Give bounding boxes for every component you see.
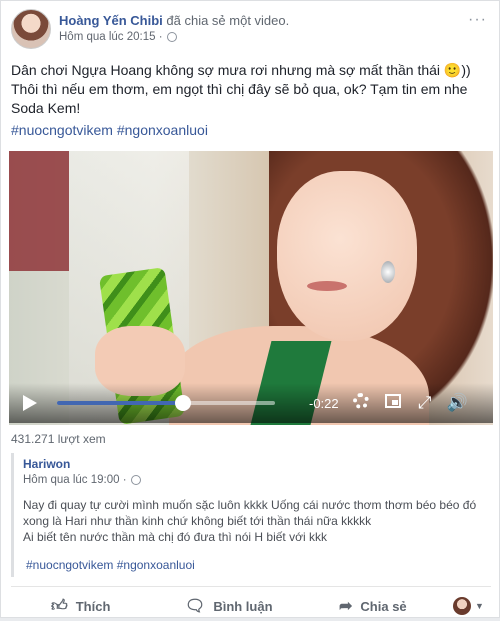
video-frame-face [277, 171, 417, 341]
video-controls: -0:22 ⤢ 🔊 [9, 383, 493, 423]
post-text: Dân chơi Ngựa Hoang không sợ mưa rơi như… [11, 62, 471, 116]
shared-post: Hariwon Hôm qua lúc 19:00 · Nay đi quay … [11, 453, 489, 577]
action-bar: 👍︎ Thích 🗨︎ Bình luận ➦ Chia sẻ ▼ [1, 591, 500, 621]
play-icon[interactable] [23, 395, 37, 411]
thumbs-up-icon: 👍︎ [51, 597, 68, 615]
shared-timestamp-row: Hôm qua lúc 19:00 · [23, 474, 489, 486]
shared-hashtags[interactable]: #nuocngotvikem #ngonxoanluoi [26, 558, 195, 572]
comment-icon: 🗨︎ [185, 598, 206, 615]
settings-icon[interactable] [351, 392, 371, 414]
more-options-icon[interactable]: ··· [468, 11, 487, 29]
like-button[interactable]: 👍︎ Thích [51, 597, 110, 616]
actions-divider [11, 586, 491, 587]
profile-selector[interactable]: ▼ [453, 597, 484, 615]
video-time-remaining: -0:22 [309, 395, 339, 411]
video-progress-track[interactable] [57, 395, 275, 411]
fullscreen-icon[interactable]: ⤢ [415, 393, 435, 413]
profile-avatar [453, 597, 471, 615]
shared-timestamp[interactable]: Hôm qua lúc 19:00 · [23, 474, 127, 486]
post-action-text: đã chia sẻ một video. [166, 13, 290, 28]
comment-label: Bình luận [213, 598, 273, 614]
shared-text-line: Ai biết tên nước thần mà chị đó đưa thì … [23, 530, 327, 544]
shared-text-line: Nay đi quay tự cười mình muốn sặc luôn k… [23, 498, 477, 528]
video-frame-earring [381, 261, 395, 283]
globe-icon [166, 32, 177, 42]
share-button[interactable]: ➦ Chia sẻ [339, 596, 407, 616]
header-meta: Hoàng Yến Chibi đã chia sẻ một video. Hô… [59, 9, 289, 51]
shared-author-name[interactable]: Hariwon [23, 457, 489, 471]
author-avatar[interactable] [11, 9, 51, 49]
video-progress-fill [57, 401, 184, 405]
video-frame-lips [307, 281, 347, 291]
post-timestamp[interactable]: Hôm qua lúc 20:15 · [59, 31, 163, 43]
chevron-down-icon: ▼ [475, 601, 484, 611]
video-scrubber-handle[interactable] [175, 395, 192, 411]
like-label: Thích [75, 598, 111, 614]
header-line: Hoàng Yến Chibi đã chia sẻ một video. [59, 12, 289, 29]
share-icon: ➦ [339, 598, 353, 615]
video-frame-background [9, 151, 69, 271]
share-label: Chia sẻ [360, 598, 407, 614]
view-count: 431.271 lượt xem [11, 432, 106, 446]
shared-text: Nay đi quay tự cười mình muốn sặc luôn k… [23, 497, 483, 545]
post-timestamp-row: Hôm qua lúc 20:15 · [59, 31, 289, 43]
picture-in-picture-icon[interactable] [383, 393, 403, 413]
post-header: Hoàng Yến Chibi đã chia sẻ một video. Hô… [11, 9, 289, 51]
globe-icon [130, 475, 141, 485]
comment-button[interactable]: 🗨︎ Bình luận [185, 596, 273, 616]
post-card: Hoàng Yến Chibi đã chia sẻ một video. Hô… [0, 0, 500, 618]
post-hashtags[interactable]: #nuocngotvikem #ngonxoanluoi [11, 121, 208, 140]
author-name[interactable]: Hoàng Yến Chibi [59, 13, 163, 28]
volume-icon[interactable]: 🔊 [447, 393, 468, 413]
